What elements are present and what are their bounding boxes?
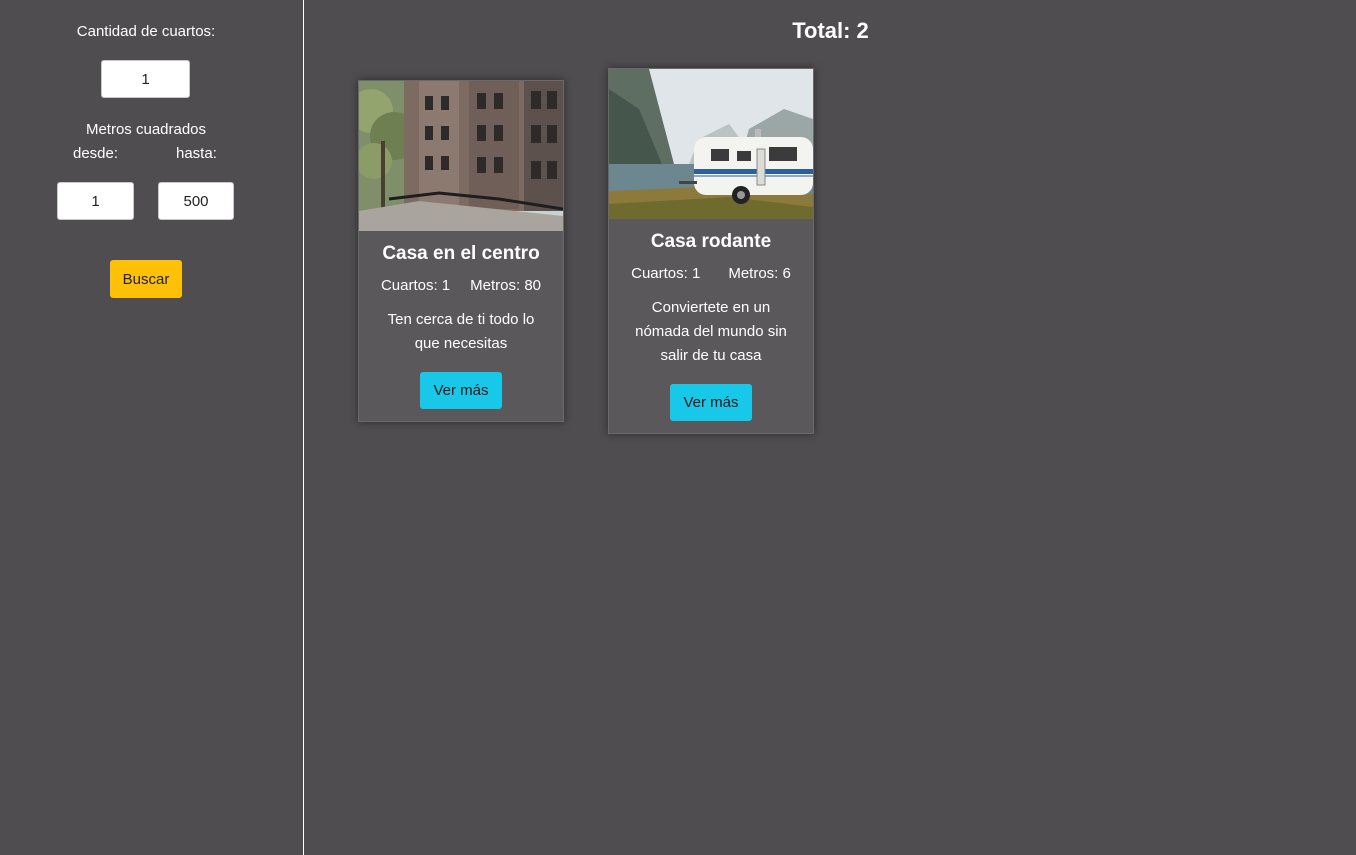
area-from-input[interactable] xyxy=(57,182,134,220)
property-title: Casa en el centro xyxy=(382,243,540,264)
property-description: Ten cerca de ti todo lo que necesitas xyxy=(387,311,535,352)
rooms-label: Cantidad de cuartos: xyxy=(76,23,216,40)
property-title: Casa rodante xyxy=(650,231,772,252)
property-photo-townhouses xyxy=(359,81,563,231)
property-meters: Metros: 80 xyxy=(470,277,542,294)
property-photo-caravan xyxy=(609,69,813,219)
area-to-label: hasta: xyxy=(176,145,217,162)
property-meters: Metros: 6 xyxy=(728,265,791,282)
property-rooms: Cuartos: 1 xyxy=(380,277,451,294)
filter-sidebar: Cantidad de cuartos: Metros cuadrados de… xyxy=(0,0,304,855)
view-more-button[interactable]: Ver más xyxy=(420,372,502,409)
property-rooms: Cuartos: 1 xyxy=(631,265,701,282)
property-stats: Cuartos: 1 Metros: 6 xyxy=(609,265,813,282)
property-description: Conviertete en un nómada del mundo sin s… xyxy=(635,299,787,364)
property-card: Casa rodante Cuartos: 1 Metros: 6 Convie… xyxy=(608,68,814,434)
rooms-input[interactable] xyxy=(101,60,190,98)
search-button[interactable]: Buscar xyxy=(110,260,182,298)
area-label: Metros cuadrados xyxy=(85,121,207,138)
results-panel: Total: 2 Casa en el centro Cuartos: 1 Me… xyxy=(305,0,1356,855)
results-total: Total: 2 xyxy=(792,18,869,43)
area-to-input[interactable] xyxy=(158,182,234,220)
view-more-button[interactable]: Ver más xyxy=(670,384,752,421)
area-from-label: desde: xyxy=(73,145,119,162)
property-stats: Cuartos: 1 Metros: 80 xyxy=(359,277,563,294)
property-card: Casa en el centro Cuartos: 1 Metros: 80 … xyxy=(358,80,564,422)
